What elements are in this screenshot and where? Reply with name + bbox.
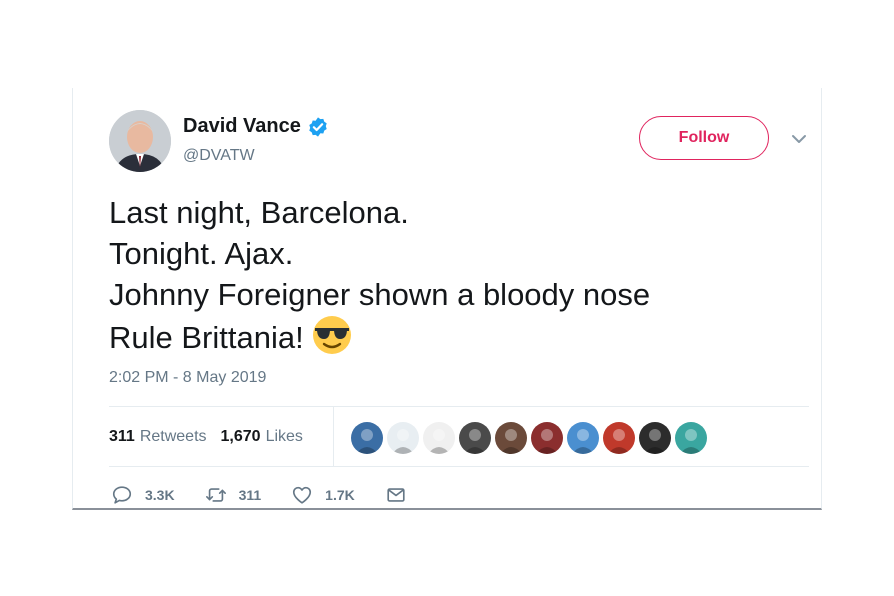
liker-avatar-4[interactable] bbox=[459, 422, 491, 454]
liker-avatar-10[interactable] bbox=[675, 422, 707, 454]
follow-button[interactable]: Follow bbox=[639, 116, 769, 160]
retweets-label: Retweets bbox=[139, 428, 207, 445]
tweet-card: David Vance @DVATW Follow Last night, Ba… bbox=[72, 88, 822, 510]
reply-button[interactable]: 3.3K bbox=[111, 484, 175, 506]
heart-icon bbox=[293, 486, 312, 504]
like-button[interactable]: 1.7K bbox=[291, 484, 355, 506]
tweet-line-last: Rule Brittania! bbox=[109, 315, 799, 358]
likes-count: 1,670 bbox=[220, 428, 261, 445]
divider bbox=[109, 406, 809, 407]
likes-stat[interactable]: 1,670 Likes bbox=[221, 428, 303, 446]
tweet-line: Johnny Foreigner shown a bloody nose bbox=[109, 277, 651, 312]
stats-separator bbox=[333, 406, 334, 466]
divider bbox=[109, 466, 809, 467]
liker-avatar-2[interactable] bbox=[387, 422, 419, 454]
retweet-icon bbox=[205, 488, 226, 502]
retweet-button[interactable]: 311 bbox=[205, 484, 262, 506]
tweet-line-text: Rule Brittania! bbox=[109, 320, 304, 355]
reply-icon bbox=[112, 486, 132, 504]
retweet-count: 311 bbox=[238, 487, 262, 503]
sunglasses-emoji-icon bbox=[312, 316, 351, 354]
liker-avatar-8[interactable] bbox=[603, 422, 635, 454]
chevron-down-icon[interactable] bbox=[791, 134, 807, 144]
tweet-timestamp[interactable]: 2:02 PM - 8 May 2019 bbox=[109, 369, 266, 387]
reply-count: 3.3K bbox=[145, 487, 175, 503]
liker-avatar-7[interactable] bbox=[567, 422, 599, 454]
verified-badge-icon bbox=[309, 116, 327, 137]
liker-avatars bbox=[351, 422, 711, 454]
avatar[interactable] bbox=[109, 110, 171, 172]
envelope-icon bbox=[387, 488, 405, 502]
user-handle[interactable]: @DVATW bbox=[183, 147, 255, 165]
likes-label: Likes bbox=[265, 428, 303, 445]
tweet-text: Last night, Barcelona. Tonight. Ajax. Jo… bbox=[109, 192, 799, 358]
liker-avatar-3[interactable] bbox=[423, 422, 455, 454]
tweet-actions: 3.3K 311 1.7K bbox=[111, 484, 449, 506]
tweet-line: Last night, Barcelona. bbox=[109, 195, 409, 230]
liker-avatar-9[interactable] bbox=[639, 422, 671, 454]
retweets-stat[interactable]: 311 Retweets bbox=[109, 428, 207, 446]
retweets-count: 311 bbox=[109, 428, 135, 445]
user-name-row: David Vance bbox=[183, 115, 329, 138]
liker-avatar-6[interactable] bbox=[531, 422, 563, 454]
display-name[interactable]: David Vance bbox=[183, 115, 301, 138]
engagement-stats: 311 Retweets 1,670 Likes bbox=[109, 428, 317, 446]
like-count: 1.7K bbox=[325, 487, 355, 503]
tweet-line: Tonight. Ajax. bbox=[109, 236, 294, 271]
direct-message-button[interactable] bbox=[385, 484, 419, 506]
liker-avatar-5[interactable] bbox=[495, 422, 527, 454]
liker-avatar-1[interactable] bbox=[351, 422, 383, 454]
